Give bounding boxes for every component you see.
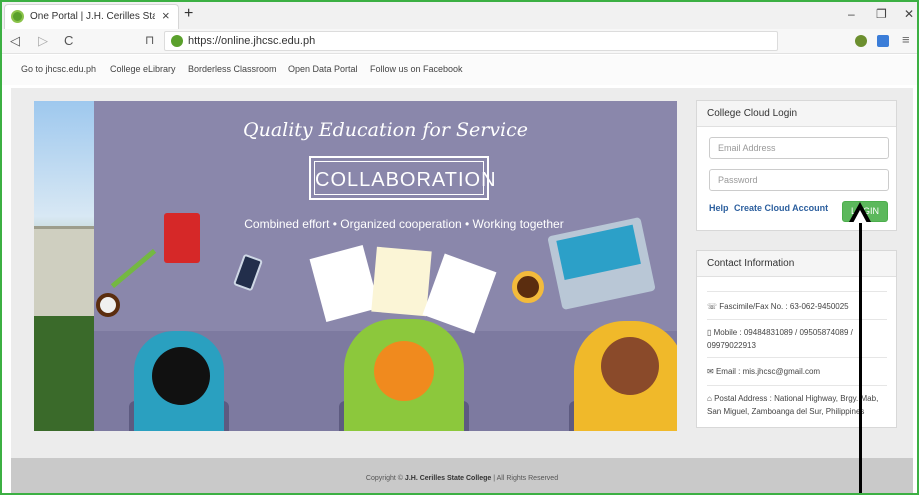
envelope-icon: ✉: [707, 367, 716, 376]
notebook-illustration: [164, 213, 200, 263]
tab-title: One Portal | J.H. Cerilles State Coll: [30, 11, 155, 22]
address-toolbar: ◁ ▷ C ⊓ https://online.jhcsc.edu.ph ≡: [2, 29, 917, 54]
nav-link-elibrary[interactable]: College eLibrary: [110, 64, 176, 74]
secure-site-icon: [171, 35, 183, 47]
coffee-cup-illustration: [96, 293, 120, 317]
nav-link-borderless-classroom[interactable]: Borderless Classroom: [188, 64, 277, 74]
person-head-illustration: [601, 337, 659, 395]
campus-building: [34, 226, 94, 316]
close-window-button[interactable]: ✕: [904, 7, 914, 21]
contact-panel-title: Contact Information: [697, 251, 896, 277]
extension-icon[interactable]: [877, 35, 889, 47]
address-bar[interactable]: https://online.jhcsc.edu.ph: [164, 31, 778, 51]
annotation-arrow: [859, 216, 862, 493]
home-icon: ⌂: [707, 394, 715, 403]
mobile-icon: ▯: [707, 328, 714, 337]
copyright-text: Copyright © J.H. Cerilles State College …: [365, 475, 559, 482]
contact-panel: Contact Information ☏ Fascimile/Fax No. …: [696, 250, 897, 428]
coffee-cup-illustration: [512, 271, 544, 303]
restore-button[interactable]: ❐: [876, 7, 887, 21]
close-tab-icon[interactable]: ×: [162, 8, 170, 23]
create-account-link[interactable]: Create Cloud Account: [734, 203, 828, 213]
login-panel-title: College Cloud Login: [697, 101, 896, 127]
nav-link-open-data-portal[interactable]: Open Data Portal: [288, 64, 358, 74]
campus-trees: [34, 316, 94, 431]
url-text[interactable]: https://online.jhcsc.edu.ph: [188, 35, 315, 47]
browser-menu-icon[interactable]: ≡: [902, 32, 910, 47]
person-head-illustration: [152, 347, 210, 405]
banner-label-box: COLLABORATION: [309, 156, 496, 200]
person-head-illustration: [374, 341, 434, 401]
bookmark-icon[interactable]: ⊓: [145, 33, 154, 47]
mindmap-paper-illustration: [371, 246, 432, 317]
forward-button[interactable]: ▷: [38, 33, 48, 49]
email-field[interactable]: Email Address: [709, 137, 889, 159]
nav-link-facebook[interactable]: Follow us on Facebook: [370, 64, 463, 74]
minimize-button[interactable]: –: [848, 7, 855, 21]
banner-label: COLLABORATION: [314, 161, 496, 195]
password-field[interactable]: Password: [709, 169, 889, 191]
page-footer: Copyright © J.H. Cerilles State College …: [11, 458, 913, 493]
site-favicon-icon: [11, 10, 24, 23]
tab-bar: One Portal | J.H. Cerilles State Coll × …: [2, 2, 917, 29]
hero-banner: Quality Education for Service COLLABORAT…: [34, 101, 677, 431]
help-link[interactable]: Help: [709, 203, 729, 213]
browser-window: One Portal | J.H. Cerilles State Coll × …: [0, 0, 919, 495]
extension-icon[interactable]: [855, 35, 867, 47]
site-nav: Go to jhcsc.edu.ph College eLibrary Bord…: [2, 55, 917, 85]
browser-tab[interactable]: One Portal | J.H. Cerilles State Coll ×: [4, 4, 179, 29]
nav-link-jhcsc[interactable]: Go to jhcsc.edu.ph: [21, 64, 96, 74]
new-tab-button[interactable]: +: [184, 5, 193, 23]
back-button[interactable]: ◁: [10, 33, 20, 49]
reload-button[interactable]: C: [64, 33, 73, 48]
banner-headline: Quality Education for Service: [243, 119, 528, 141]
phone-icon: ☏: [707, 302, 720, 311]
banner-tagline: Combined effort • Organized cooperation …: [244, 217, 564, 231]
